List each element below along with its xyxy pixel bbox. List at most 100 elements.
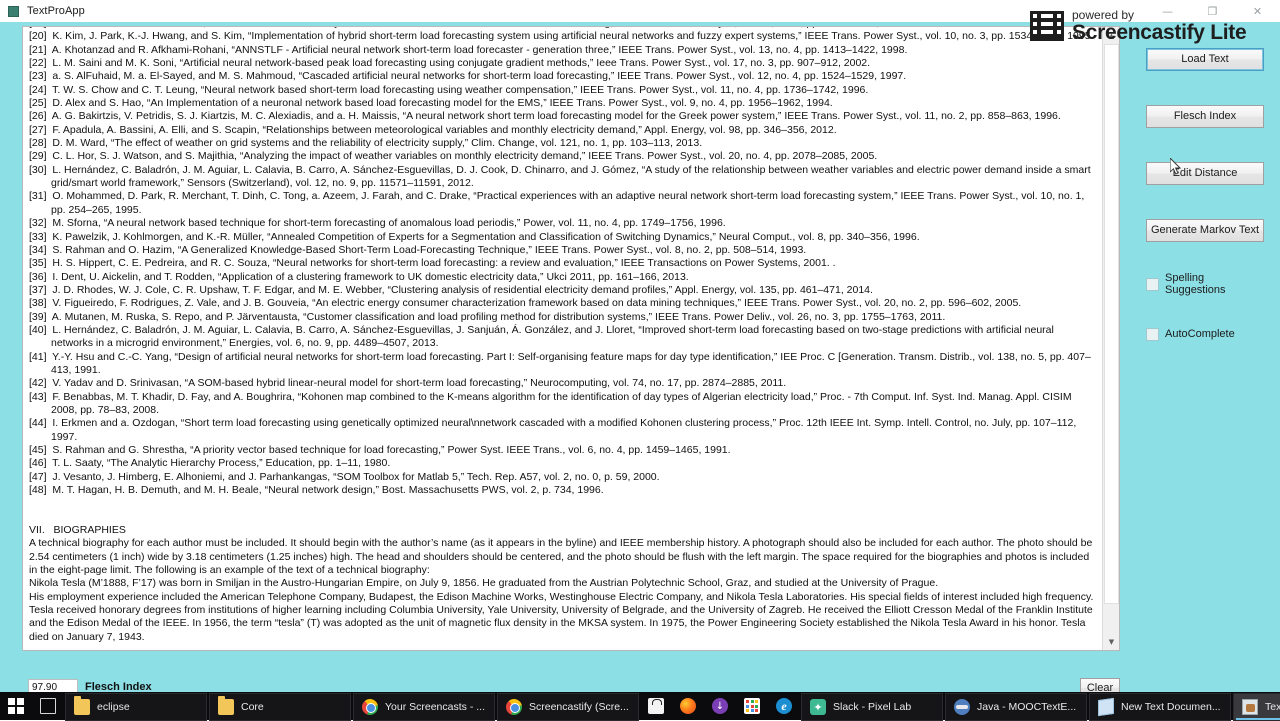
reference-entry: [24] T. W. S. Chow and C. T. Leung, “Neu… bbox=[29, 83, 869, 96]
taskbar-item-your-screencasts[interactable]: Your Screencasts - ... bbox=[353, 693, 495, 721]
start-button[interactable] bbox=[0, 692, 32, 720]
folder-icon bbox=[218, 696, 234, 715]
title-bar[interactable]: TextProApp — ❐ ✕ bbox=[0, 0, 1280, 22]
windows-logo-icon bbox=[8, 698, 24, 714]
autocomplete-checkbox[interactable]: AutoComplete bbox=[1146, 326, 1264, 342]
checkbox-box[interactable] bbox=[1146, 277, 1159, 291]
window-title: TextProApp bbox=[27, 5, 85, 17]
taskbar-item-label: Your Screencasts - ... bbox=[385, 701, 485, 713]
reference-entry: [40] L. Hernández, C. Baladrón, J. M. Ag… bbox=[29, 323, 1057, 350]
checkbox-label: AutoComplete bbox=[1165, 328, 1235, 340]
reference-entry: [44] I. Erkmen and a. Ozdogan, “Short te… bbox=[29, 417, 1080, 443]
firefox-icon bbox=[680, 698, 696, 714]
taskbar-item-label: Core bbox=[241, 701, 264, 713]
taskbar-item-grid[interactable] bbox=[736, 692, 768, 720]
grid-icon bbox=[744, 698, 760, 714]
chrome-icon bbox=[362, 699, 378, 715]
section-heading: VII. BIOGRAPHIES bbox=[29, 524, 126, 537]
chrome-icon bbox=[506, 699, 522, 715]
java-icon bbox=[954, 699, 970, 715]
spacer-line bbox=[29, 497, 1095, 510]
reference-entry: [47] J. Vesanto, J. Himberg, E. Alhoniem… bbox=[29, 470, 660, 483]
task-view-icon bbox=[40, 698, 56, 714]
checkbox-box[interactable] bbox=[1146, 327, 1159, 341]
taskbar-item-textproapp[interactable]: TextProApp bbox=[1233, 693, 1280, 721]
spelling-suggestions-checkbox[interactable]: Spelling Suggestions bbox=[1146, 272, 1264, 296]
store-icon bbox=[648, 698, 664, 714]
reference-entry: [42] V. Yadav and D. Srinivasan, “A SOM-… bbox=[29, 377, 787, 390]
taskbar-item-slack[interactable]: ✦ Slack - Pixel Lab bbox=[801, 693, 943, 721]
flesch-index-button[interactable]: Flesch Index bbox=[1146, 105, 1264, 128]
taskbar-item-new-text-document[interactable]: New Text Documen... bbox=[1089, 693, 1231, 721]
edit-distance-button[interactable]: Edit Distance bbox=[1146, 162, 1264, 185]
textproapp-icon bbox=[1242, 699, 1258, 715]
side-control-panel: Load Text Flesch Index Edit Distance Gen… bbox=[1146, 48, 1264, 342]
taskbar-item-label: Java - MOOCTextE... bbox=[977, 701, 1077, 713]
document-scrollbar[interactable]: ▲ ▼ bbox=[1102, 27, 1119, 650]
load-text-button[interactable]: Load Text bbox=[1146, 48, 1264, 71]
reference-entry: [36] I. Dent, U. Aickelin, and T. Rodden… bbox=[29, 270, 689, 283]
spacer-line bbox=[29, 644, 1095, 650]
biography-paragraph: A technical biography for each author mu… bbox=[29, 537, 1096, 577]
checkbox-label: Spelling Suggestions bbox=[1165, 272, 1226, 296]
edge-icon: e bbox=[776, 698, 792, 714]
document-text[interactable]: [19] M. Daneshdoost and S. Member, “Neur… bbox=[23, 27, 1101, 650]
reference-entry: [30] L. Hernández, C. Baladrón, J. M. Ag… bbox=[29, 163, 1094, 190]
taskbar-item-eclipse[interactable]: eclipse bbox=[65, 693, 207, 721]
scrollbar-thumb[interactable] bbox=[1104, 44, 1119, 604]
task-view-button[interactable] bbox=[32, 692, 64, 720]
reference-entry: [31] O. Mohammed, D. Park, R. Merchant, … bbox=[29, 190, 1088, 216]
reference-entry: [32] M. Sforna, “A neural network based … bbox=[29, 217, 726, 230]
reference-entry: [26] A. G. Bakirtzis, V. Petridis, S. J.… bbox=[29, 110, 1061, 123]
reference-entry: [27] F. Apadula, A. Bassini, A. Elli, an… bbox=[29, 123, 837, 136]
taskbar-item-label: TextProApp bbox=[1265, 701, 1280, 713]
taskbar-item-label: Slack - Pixel Lab bbox=[833, 701, 912, 713]
reference-entry: [21] A. Khotanzad and R. Afkhami-Rohani,… bbox=[29, 43, 908, 56]
download-icon: ↓ bbox=[712, 698, 728, 714]
scroll-down-button[interactable]: ▼ bbox=[1103, 633, 1119, 650]
taskbar-item-download[interactable]: ↓ bbox=[704, 692, 736, 720]
reference-entry: [29] C. L. Hor, S. J. Watson, and S. Maj… bbox=[29, 150, 878, 163]
reference-entry: [23] a. S. AlFuhaid, M. a. El-Sayed, and… bbox=[29, 70, 907, 83]
reference-entry: [28] D. M. Ward, “The effect of weather … bbox=[29, 137, 703, 150]
text-display-panel[interactable]: [19] M. Daneshdoost and S. Member, “Neur… bbox=[22, 26, 1120, 651]
reference-entry: [46] T. L. Saaty, “The Analytic Hierarch… bbox=[29, 457, 391, 470]
taskbar-item-label: New Text Documen... bbox=[1121, 701, 1221, 713]
taskbar-item-java[interactable]: Java - MOOCTextE... bbox=[945, 693, 1087, 721]
reference-entry: [41] Y.-Y. Hsu and C.-C. Yang, “Design o… bbox=[29, 350, 1091, 376]
scroll-up-button[interactable]: ▲ bbox=[1103, 27, 1119, 44]
taskbar-item-store[interactable] bbox=[640, 692, 672, 720]
taskbar-item-label: Screencastify (Scre... bbox=[529, 701, 629, 713]
taskbar-item-edge[interactable]: e bbox=[768, 692, 800, 720]
reference-entry: [48] M. T. Hagan, H. B. Demuth, and M. H… bbox=[29, 484, 604, 497]
reference-entry: [25] D. Alex and S. Hao, “An Implementat… bbox=[29, 97, 833, 110]
reference-entry: [45] S. Rahman and G. Shrestha, “A prior… bbox=[29, 444, 731, 456]
minimize-icon[interactable]: — bbox=[1145, 0, 1190, 22]
biography-paragraph: His employment experience included the A… bbox=[29, 590, 1094, 603]
close-icon[interactable]: ✕ bbox=[1235, 0, 1280, 22]
reference-entry: [20] K. Kim, J. Park, K.-J. Hwang, and S… bbox=[29, 30, 1094, 43]
reference-entry: [37] J. D. Rhodes, W. J. Cole, C. R. Ups… bbox=[29, 283, 873, 296]
generate-markov-text-button[interactable]: Generate Markov Text bbox=[1146, 219, 1264, 242]
textproapp-window: TextProApp — ❐ ✕ [19] M. Daneshdoost and… bbox=[0, 0, 1280, 698]
taskbar-item-core[interactable]: Core bbox=[209, 693, 351, 721]
taskbar-item-label: eclipse bbox=[97, 701, 130, 713]
reference-entry: [22] L. M. Saini and M. K. Soni, “Artifi… bbox=[29, 57, 871, 70]
taskbar-item-firefox[interactable] bbox=[672, 692, 704, 720]
reference-entry: [33] K. Pawelzik, J. Kohlmorgen, and K.-… bbox=[29, 230, 920, 243]
window-controls: — ❐ ✕ bbox=[1145, 0, 1280, 22]
maximize-icon[interactable]: ❐ bbox=[1190, 0, 1235, 22]
client-area: [19] M. Daneshdoost and S. Member, “Neur… bbox=[0, 22, 1280, 698]
biography-paragraph: Nikola Tesla (M’1888, F’17) was born in … bbox=[29, 577, 939, 590]
windows-taskbar: eclipse Core Your Screencasts - ... Scre… bbox=[0, 692, 1280, 721]
taskbar-item-screencastify[interactable]: Screencastify (Scre... bbox=[497, 693, 639, 721]
folder-icon bbox=[74, 696, 90, 715]
reference-entry: [35] H. S. Hippert, C. E. Pedreira, and … bbox=[29, 257, 836, 270]
notepad-icon bbox=[1098, 697, 1114, 717]
slack-icon: ✦ bbox=[810, 699, 826, 715]
spacer-line bbox=[29, 511, 1095, 524]
